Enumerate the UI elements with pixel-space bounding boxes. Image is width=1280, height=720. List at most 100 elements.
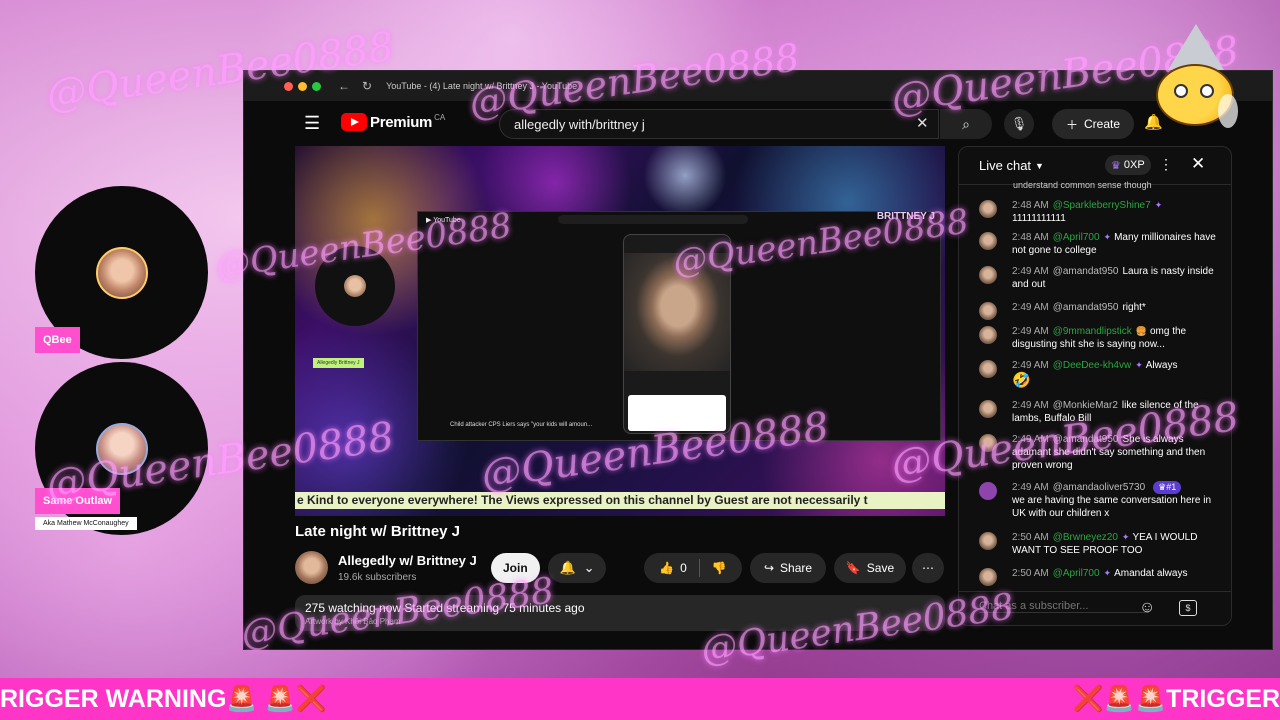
bee-eye: [1200, 84, 1214, 98]
chat-avatar[interactable]: [979, 400, 997, 418]
chat-author[interactable]: @amandat950: [1053, 434, 1119, 445]
participant-name-label: QBee: [35, 327, 80, 353]
laughing-emoji-icon: 🤣: [1012, 372, 1031, 389]
share-label: Share: [780, 561, 813, 575]
subscription-bell-button[interactable]: 🔔 ⌄: [548, 553, 606, 583]
chat-text: right*: [1122, 302, 1146, 313]
chat-avatar[interactable]: [979, 232, 997, 250]
reload-icon[interactable]: ↻: [362, 79, 372, 93]
thumbs-up-icon[interactable]: 👍: [659, 561, 674, 575]
browser-tab-title[interactable]: YouTube - (4) Late night w/ Brittney J -…: [386, 81, 577, 91]
browser-titlebar: ← ↻ YouTube - (4) Late night w/ Brittney…: [244, 71, 1272, 101]
chevron-down-icon[interactable]: ▼: [1035, 161, 1044, 171]
inner-phone-face: [624, 253, 730, 371]
chat-time: 2:49 AM: [1012, 360, 1049, 371]
rank-value: #1: [1166, 482, 1177, 492]
browser-window: ← ↻ YouTube - (4) Late night w/ Brittney…: [243, 70, 1273, 650]
close-window-icon[interactable]: [284, 81, 293, 91]
live-chat-title[interactable]: Live chat: [979, 158, 1031, 173]
chat-text: 11111111111: [1012, 213, 1066, 224]
chat-time: 2:49 AM: [1012, 434, 1049, 445]
chat-author[interactable]: @MonkieMar2: [1053, 400, 1118, 411]
chat-author[interactable]: @SparkleberryShine7: [1053, 200, 1151, 211]
chat-avatar[interactable]: [979, 302, 997, 320]
chat-time: 2:50 AM: [1012, 568, 1049, 579]
inner-host-label: Allegedly Brittney J: [313, 358, 364, 368]
save-button[interactable]: 🔖 Save: [834, 553, 906, 583]
more-actions-button[interactable]: ⋯: [912, 553, 944, 583]
microphone-button[interactable]: 🎙: [1004, 109, 1034, 139]
share-icon: ↪: [763, 561, 775, 575]
chat-author[interactable]: @amandat950: [1053, 302, 1119, 313]
overlay-name-tag: BRITTNEY J: [876, 211, 935, 222]
banner-text-left: RIGGER WARNING🚨 🚨❌: [0, 685, 327, 713]
chat-time: 2:50 AM: [1012, 532, 1049, 543]
trigger-warning-banner: RIGGER WARNING🚨 🚨❌ ❌🚨🚨TRIGGER: [0, 678, 1280, 720]
like-count: 0: [680, 561, 687, 575]
rank-badge: ♛#1: [1153, 481, 1182, 494]
chat-author[interactable]: @April700: [1053, 232, 1100, 243]
chat-avatar[interactable]: [979, 434, 997, 452]
chat-avatar[interactable]: [979, 482, 997, 500]
chat-author[interactable]: @amandaoliver5730: [1053, 482, 1145, 493]
chat-message-partial: understand common sense though: [1013, 180, 1152, 190]
participant-subtitle: Aka Mathew McConaughey: [35, 517, 137, 530]
description-box[interactable]: 275 watching now Started streaming 75 mi…: [295, 595, 945, 631]
search-button[interactable]: ⌕: [940, 109, 992, 139]
chat-author[interactable]: @DeeDee-kh4vw: [1053, 360, 1132, 371]
plus-icon: ＋: [1066, 117, 1079, 132]
chat-author[interactable]: @Brwneyez20: [1053, 532, 1118, 543]
search-input[interactable]: [499, 109, 939, 139]
chat-avatar[interactable]: [979, 360, 997, 378]
create-button[interactable]: ＋ Create: [1052, 109, 1135, 139]
chat-avatar[interactable]: [979, 266, 997, 284]
scrolling-ticker: e Kind to everyone everywhere! The Views…: [295, 492, 945, 509]
live-chat-panel: Live chat ▼ ♛ 0XP ⋮ ✕ understand common …: [958, 146, 1232, 626]
youtube-header: ☰ Premium CA ✕ ⌕ 🎙 ＋ Create 🔔: [244, 101, 1272, 145]
member-badge-icon: ✦: [1154, 200, 1163, 210]
create-label: Create: [1084, 117, 1121, 131]
super-chat-icon[interactable]: $: [1179, 600, 1197, 616]
video-player[interactable]: Allegedly Brittney J ▶ YouTube Child att…: [295, 146, 945, 516]
more-vertical-icon[interactable]: ⋮: [1159, 156, 1173, 173]
stream-stats: 275 watching now Started streaming 75 mi…: [305, 601, 585, 615]
more-horizontal-icon: ⋯: [922, 561, 934, 575]
youtube-logo[interactable]: Premium CA: [341, 113, 445, 131]
channel-name[interactable]: Allegedly w/ Brittney J: [338, 553, 477, 568]
xp-badge[interactable]: ♛ 0XP: [1105, 155, 1151, 175]
chat-time: 2:48 AM: [1012, 200, 1049, 211]
banner-text-right: ❌🚨🚨TRIGGER: [1072, 685, 1280, 713]
chevron-down-icon: ⌄: [583, 560, 595, 575]
chat-avatar[interactable]: [979, 532, 997, 550]
chat-time: 2:49 AM: [1012, 400, 1049, 411]
emoji-icon[interactable]: ☺: [1139, 599, 1155, 617]
chat-author[interactable]: @amandat950: [1053, 266, 1119, 277]
inner-search-bar: [558, 215, 748, 224]
chat-input[interactable]: [979, 600, 1149, 613]
crown-icon: ♛: [1158, 482, 1167, 492]
member-badge-icon: ✦: [1103, 568, 1112, 578]
channel-avatar[interactable]: [295, 551, 328, 584]
share-button[interactable]: ↪ Share: [750, 553, 826, 583]
chat-author[interactable]: @9mmandlipstick: [1053, 326, 1132, 337]
chat-avatar[interactable]: [979, 568, 997, 586]
close-icon[interactable]: ✕: [1191, 154, 1205, 174]
chat-avatar[interactable]: [979, 326, 997, 344]
maximize-window-icon[interactable]: [312, 81, 321, 91]
hamburger-menu-icon[interactable]: ☰: [304, 113, 320, 134]
microphone-icon: 🎙: [1010, 116, 1028, 131]
back-arrow-icon[interactable]: ←: [338, 79, 350, 93]
chat-avatar[interactable]: [979, 200, 997, 218]
thumbs-down-icon[interactable]: 👎: [712, 561, 727, 575]
video-title: Late night w/ Brittney J: [295, 523, 461, 540]
chat-author[interactable]: @April700: [1053, 568, 1100, 579]
bell-icon: 🔔: [559, 560, 576, 575]
join-button[interactable]: Join: [491, 553, 540, 583]
chat-time: 2:49 AM: [1012, 266, 1049, 277]
chat-input-row: ☺ $: [959, 591, 1231, 625]
inner-video-caption: Child attacker CPS Liers says "your kids…: [450, 422, 593, 428]
host-face: [344, 275, 366, 297]
participant-name-label: Same Outlaw: [35, 488, 121, 514]
clear-search-icon[interactable]: ✕: [916, 114, 929, 132]
minimize-window-icon[interactable]: [298, 81, 307, 91]
